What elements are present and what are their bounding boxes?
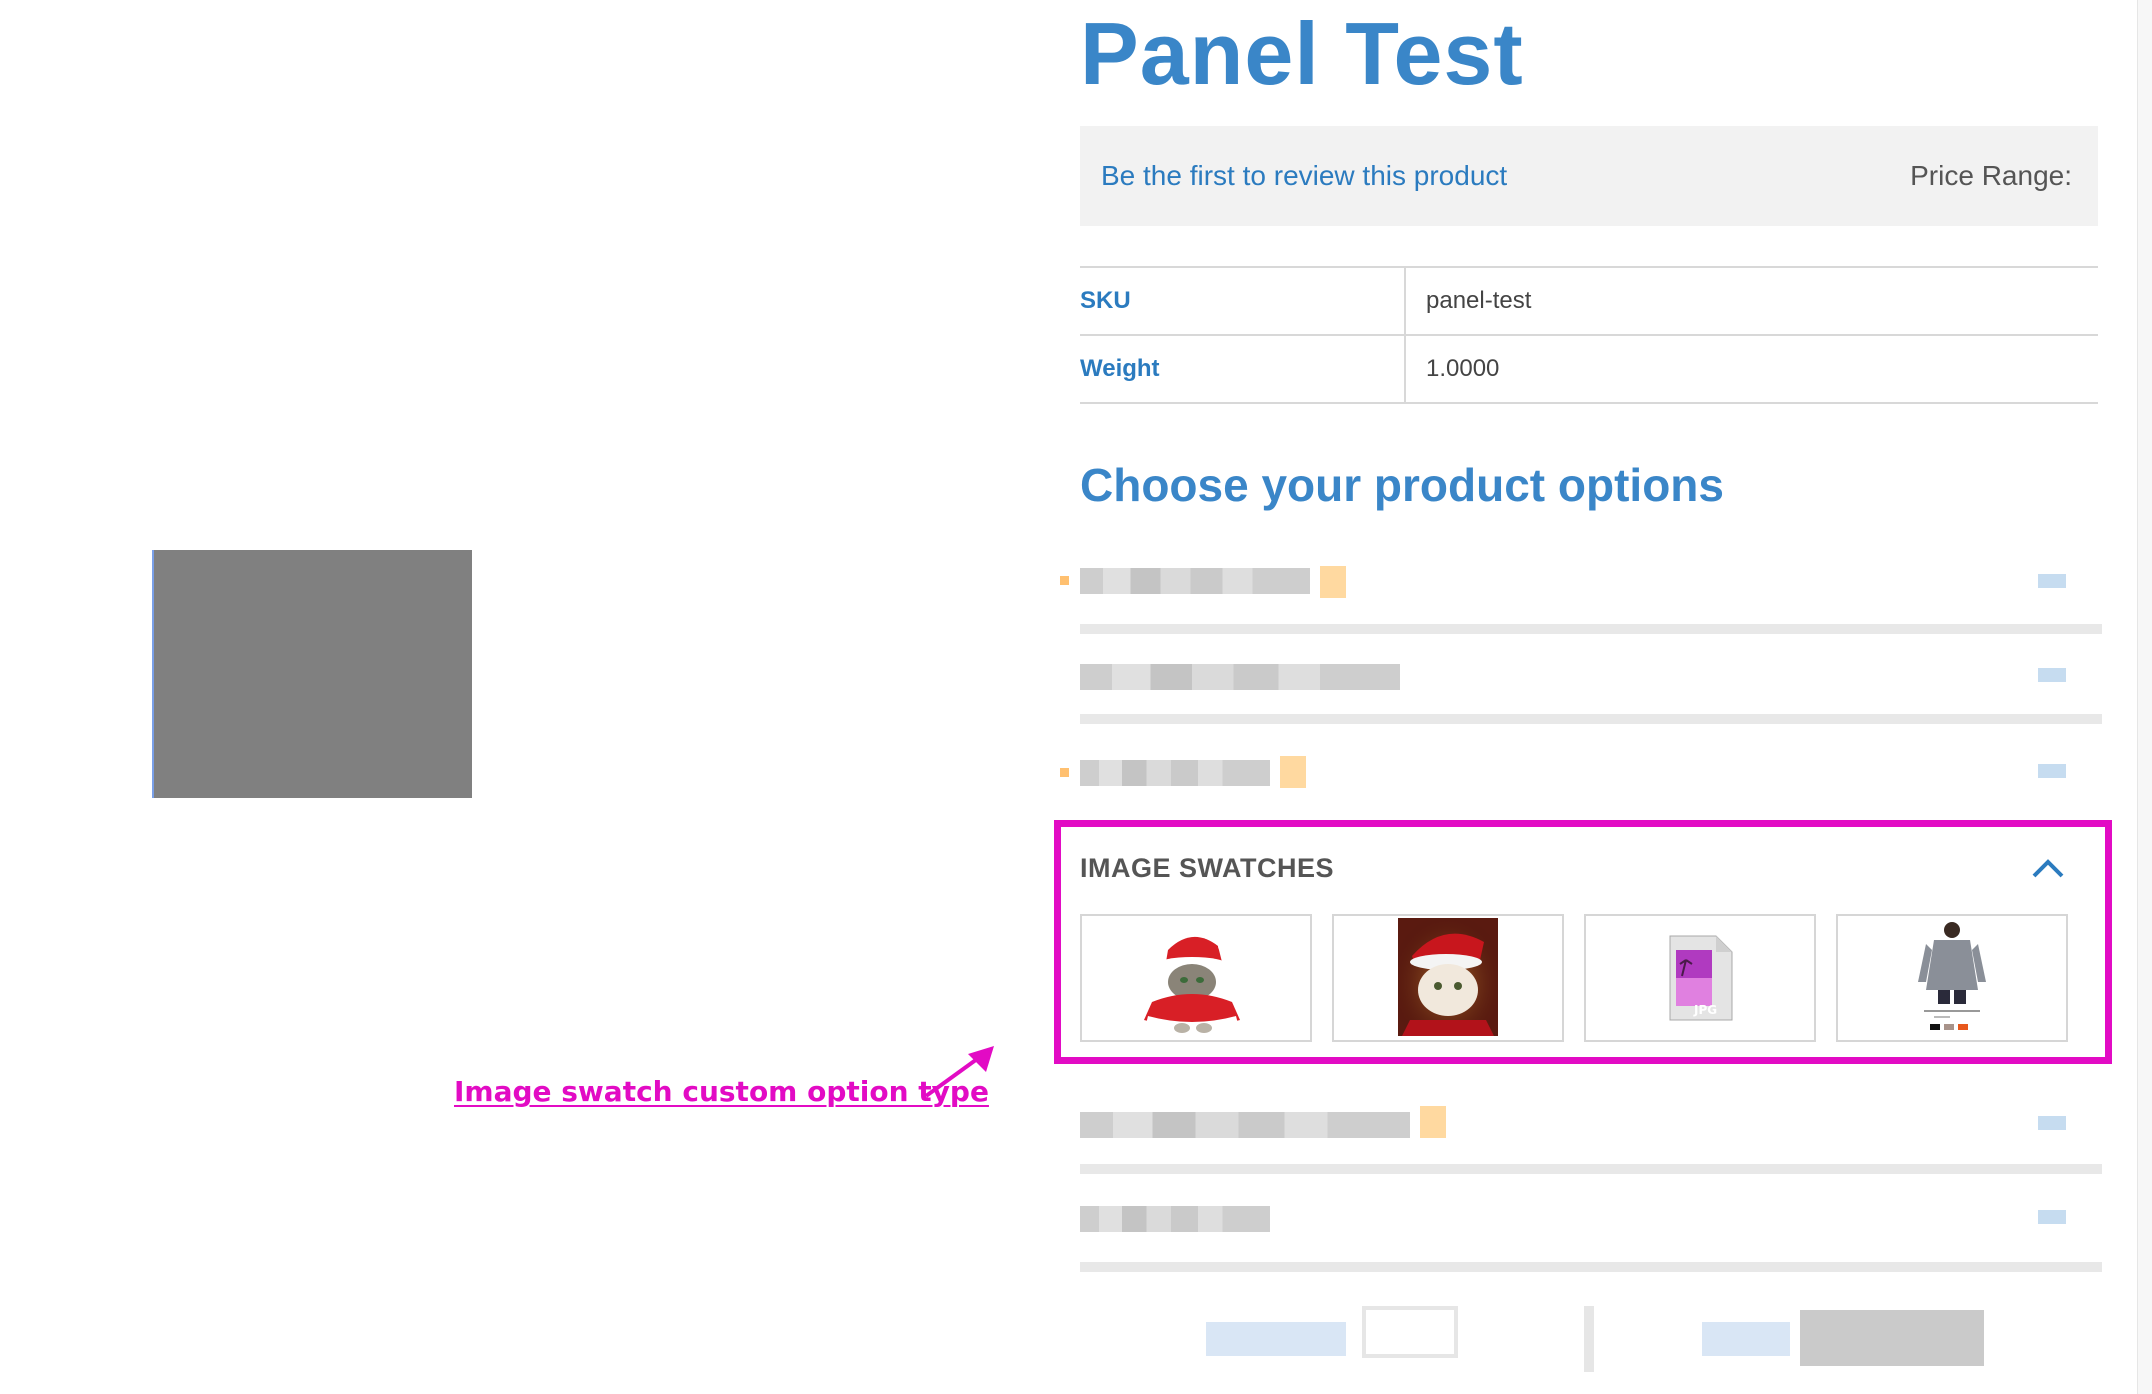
option-row-blurred-1[interactable] — [1060, 560, 2102, 634]
option-row-blurred-3[interactable] — [1060, 756, 2102, 816]
image-swatches-title: IMAGE SWATCHES — [1080, 853, 1335, 883]
chevron-down-icon[interactable] — [2038, 1210, 2066, 1224]
spec-value: 1.0000 — [1426, 355, 1500, 382]
blurred-total-price — [1800, 1310, 1984, 1366]
chevron-down-icon[interactable] — [2038, 1116, 2066, 1130]
annotation-label: Image swatch custom option type — [454, 1075, 989, 1108]
chevron-up-icon[interactable] — [2030, 854, 2066, 882]
blurred-option-label — [1080, 568, 1310, 594]
jpg-file-icon: JPG — [1669, 935, 1733, 1021]
required-marker — [1060, 576, 1069, 585]
blurred-option-label — [1080, 664, 1400, 690]
option-divider — [1080, 714, 2102, 724]
required-badge — [1280, 756, 1306, 788]
spec-row-sku: SKU panel-test — [1080, 267, 2098, 335]
blurred-quantity-label — [1206, 1322, 1346, 1356]
blurred-option-label — [1080, 1112, 1410, 1138]
required-badge — [1420, 1106, 1446, 1138]
blurred-option-label — [1080, 1206, 1270, 1232]
product-image-placeholder — [152, 550, 472, 798]
cat-santa-suit-image — [1144, 936, 1240, 1033]
price-range-label: Price Range: — [1910, 160, 2072, 191]
chevron-down-icon[interactable] — [2038, 574, 2066, 588]
blurred-total-label — [1702, 1322, 1790, 1356]
swatch-hoodie-product-card[interactable] — [1836, 914, 2068, 1042]
blurred-option-label — [1080, 760, 1270, 786]
review-price-bar: Be the first to review this product Pric… — [1080, 126, 2098, 226]
spec-value: panel-test — [1426, 287, 1532, 314]
option-row-blurred-4[interactable] — [1080, 1098, 2102, 1178]
blurred-separator — [1584, 1306, 1594, 1372]
swatch-cat-in-santa-suit[interactable] — [1080, 914, 1312, 1042]
required-marker — [1060, 768, 1069, 777]
option-divider — [1080, 624, 2102, 634]
option-divider — [1080, 1262, 2102, 1272]
spec-row-weight: Weight 1.0000 — [1080, 335, 2098, 403]
product-title: Panel Test — [1080, 4, 1524, 103]
option-row-blurred-5[interactable] — [1080, 1196, 2102, 1276]
product-options-heading: Choose your product options — [1080, 459, 1724, 511]
santa-cat-portrait-image — [1398, 918, 1498, 1036]
swatch-santa-cat-portrait[interactable] — [1332, 914, 1564, 1042]
chevron-down-icon[interactable] — [2038, 668, 2066, 682]
svg-text:JPG: JPG — [1693, 1003, 1717, 1017]
first-review-link[interactable]: Be the first to review this product — [1101, 160, 1507, 192]
blurred-quantity-input[interactable] — [1362, 1306, 1458, 1358]
swatch-jpg-file-icon[interactable]: JPG — [1584, 914, 1816, 1042]
chevron-down-icon[interactable] — [2038, 764, 2066, 778]
required-badge — [1320, 566, 1346, 598]
option-row-blurred-2[interactable] — [1080, 660, 2102, 730]
spec-label: Weight — [1080, 335, 1406, 403]
page-scrollbar[interactable] — [2137, 0, 2152, 1394]
product-specs-table: SKU panel-test Weight 1.0000 — [1080, 266, 2098, 404]
hoodie-product-image — [1918, 922, 1986, 1030]
option-divider — [1080, 1164, 2102, 1174]
annotation-arrow-icon — [924, 1046, 994, 1098]
spec-label: SKU — [1080, 267, 1406, 335]
